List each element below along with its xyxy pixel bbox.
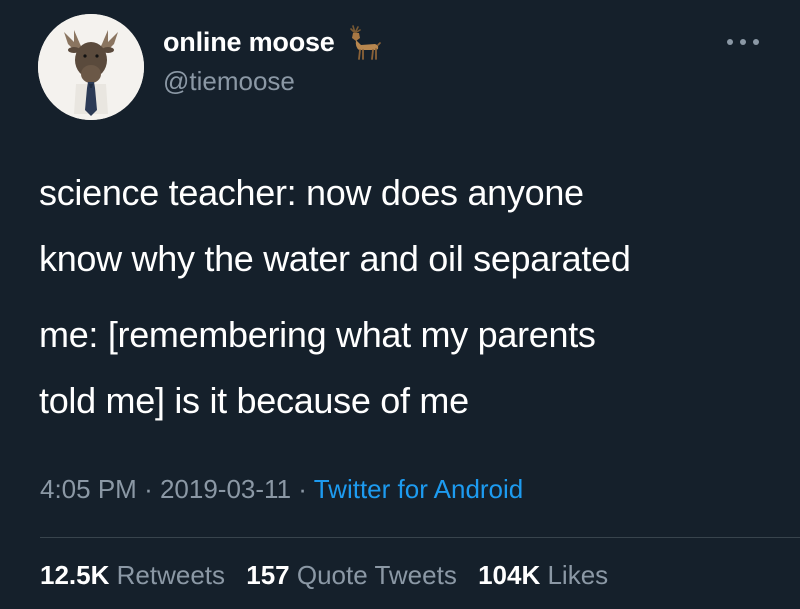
retweets-stat[interactable]: 12.5K Retweets — [40, 560, 225, 590]
tweet-source-link[interactable]: Twitter for Android — [314, 474, 524, 504]
tweet-card: online moose @tiemoose science teacher: … — [0, 0, 800, 609]
more-options-icon[interactable] — [727, 36, 759, 48]
retweets-label: Retweets — [116, 560, 226, 590]
dot-icon — [753, 39, 759, 45]
dot-icon — [740, 39, 746, 45]
engagement-stats: 12.5K Retweets 157 Quote Tweets 104K Lik… — [40, 560, 622, 591]
likes-stat[interactable]: 104K Likes — [478, 560, 608, 590]
tweet-paragraph-1: science teacher: now does anyone know wh… — [39, 160, 779, 292]
meta-separator: · — [144, 474, 153, 504]
dot-icon — [727, 39, 733, 45]
tweet-date[interactable]: 2019-03-11 — [160, 474, 291, 504]
tweet-line: me: [remembering what my parents — [39, 314, 596, 355]
quote-tweets-count: 157 — [246, 560, 290, 590]
tweet-line: told me] is it because of me — [39, 380, 469, 421]
display-name[interactable]: online moose — [163, 27, 335, 58]
quote-tweets-label: Quote Tweets — [296, 560, 457, 590]
tweet-metadata: 4:05 PM · 2019-03-11 · Twitter for Andro… — [40, 474, 523, 505]
retweets-count: 12.5K — [40, 560, 110, 590]
deer-icon — [349, 25, 381, 60]
tweet-line: science teacher: now does anyone — [39, 172, 584, 213]
tweet-paragraph-2: me: [remembering what my parents told me… — [39, 302, 779, 434]
tweet-time[interactable]: 4:05 PM — [40, 474, 137, 504]
tweet-line: know why the water and oil separated — [39, 238, 631, 279]
divider — [40, 537, 800, 538]
likes-count: 104K — [478, 560, 541, 590]
quote-tweets-stat[interactable]: 157 Quote Tweets — [246, 560, 457, 590]
avatar[interactable] — [38, 14, 144, 120]
author-name-row[interactable]: online moose — [163, 22, 383, 62]
username-handle[interactable]: @tiemoose — [163, 66, 295, 97]
meta-separator: · — [298, 474, 307, 504]
likes-label: Likes — [547, 560, 609, 590]
moose-avatar-icon — [38, 14, 144, 120]
